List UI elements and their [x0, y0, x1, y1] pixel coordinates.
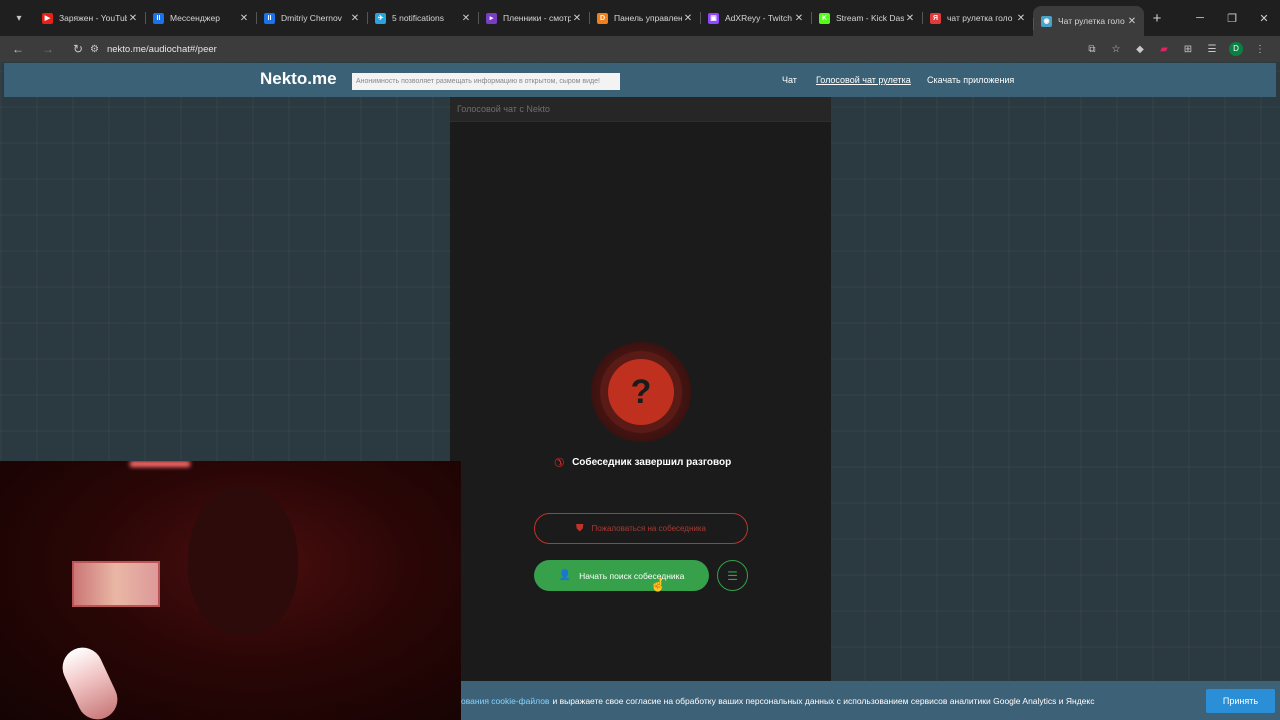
minimize-icon[interactable]: ─ [1184, 0, 1216, 36]
tab-search-icon[interactable]: ▾ [6, 5, 32, 31]
nav-download-apps-link[interactable]: Скачать приложения [927, 75, 1014, 85]
tab-close-icon[interactable]: ✕ [238, 13, 250, 24]
site-info-icon[interactable]: ⚙ [90, 44, 99, 55]
cookie-consent-bar: ования cookie-файлов и выражаете свое со… [461, 681, 1280, 720]
reading-list-icon[interactable]: ☰ [1200, 44, 1224, 55]
tab-close-icon[interactable]: ✕ [460, 13, 472, 24]
back-icon[interactable]: ← [6, 37, 30, 61]
tab-close-icon[interactable]: ✕ [349, 13, 361, 24]
conversation-ended-status: ✆ Собеседник завершил разговор [550, 453, 754, 471]
mouse-cursor-icon: ☝ [650, 577, 667, 592]
tab-title: Заряжен - YouTube [59, 13, 127, 23]
bookmark-star-icon[interactable]: ☆ [1104, 44, 1128, 55]
panel-title: Голосовой чат с Nekto [450, 97, 831, 122]
streamer-silhouette [188, 485, 298, 635]
browser-tab[interactable]: ✈ 5 notifications ✕ [367, 0, 478, 36]
conversation-ended-text: Собеседник завершил разговор [572, 456, 732, 468]
light-strip [130, 461, 190, 467]
tab-close-icon[interactable]: ✕ [1015, 13, 1027, 24]
window-controls: ─ ❐ ✕ [1184, 0, 1280, 36]
tab-title: Stream - Kick Dash [836, 13, 904, 23]
tab-favicon-icon: Я [930, 12, 941, 24]
extensions-puzzle-icon[interactable]: ⊞ [1176, 44, 1200, 55]
extension-icon[interactable]: ◆ [1128, 44, 1152, 55]
browser-tab[interactable]: ◉ Чат рулетка голо ✕ [1033, 6, 1144, 36]
user-search-icon: 👤 [558, 570, 572, 581]
profile-avatar[interactable]: D [1229, 42, 1243, 56]
tab-close-icon[interactable]: ✕ [1126, 16, 1138, 27]
site-logo[interactable]: Nekto.me [260, 69, 337, 89]
anonymity-notice: Анонимность позволяет размещать информац… [352, 73, 620, 90]
tab-favicon-icon: ▸ [486, 12, 497, 24]
tab-title: чат рулетка голо [947, 13, 1013, 23]
forward-icon[interactable]: → [36, 37, 60, 61]
status-glyph: ? [608, 359, 674, 425]
report-partner-button[interactable]: ⛊ Пожаловаться на собеседника [534, 513, 748, 544]
browser-tab-bar: ▾ ▶ Заряжен - YouTube ✕ II Мессенджер ✕ II Dmit… [0, 0, 1280, 36]
tab-close-icon[interactable]: ✕ [682, 13, 694, 24]
browser-tab[interactable]: Ячат рулетка голо ✕ [922, 0, 1033, 36]
tab-title: AdXReyy - Twitch [725, 13, 792, 23]
browser-menu-icon[interactable]: ⋮ [1248, 44, 1272, 55]
question-mark-icon: ? [591, 342, 691, 442]
tab-favicon-icon: D [597, 12, 608, 24]
shield-alert-icon: ⛊ [576, 523, 584, 534]
start-search-button[interactable]: 👤 Начать поиск собеседника [534, 560, 709, 591]
tab-title: Панель управлени [614, 13, 682, 23]
tab-close-icon[interactable]: ✕ [793, 13, 805, 24]
tab-favicon-icon: II [153, 12, 164, 24]
browser-tab[interactable]: ▸ Пленники - смотр ✕ [478, 0, 589, 36]
url-text: nekto.me/audiochat#/peer [106, 43, 217, 55]
browser-tab[interactable]: II Мессенджер ✕ [145, 0, 256, 36]
microphone-image [56, 641, 124, 720]
anime-poster-image [72, 561, 160, 607]
search-settings-button[interactable]: ☰ [717, 560, 748, 591]
tab-title: Чат рулетка голо [1058, 16, 1125, 26]
tab-title: Пленники - смотр [503, 13, 571, 23]
adblock-icon[interactable]: ▰ [1152, 44, 1176, 55]
webcam-overlay [0, 461, 461, 720]
browser-tab[interactable]: ▣ AdXReyy - Twitch ✕ [700, 0, 811, 36]
start-search-label: Начать поиск собеседника [579, 570, 685, 581]
tab-title: Мессенджер [170, 13, 220, 23]
tab-favicon-icon: ▶ [42, 12, 53, 24]
voice-chat-panel: Голосовой чат с Nekto ? ✆ Собеседник зав… [450, 97, 831, 720]
tab-favicon-icon: ✈ [375, 12, 386, 24]
cookie-policy-link[interactable]: ования cookie-файлов [461, 696, 549, 706]
url-field[interactable]: ⚙ nekto.me/audiochat#/peer [86, 38, 1126, 60]
new-tab-icon[interactable]: + [1144, 10, 1170, 27]
hangup-phone-icon: ✆ [550, 453, 568, 471]
tab-title: Dmitriy Chernov [281, 13, 342, 23]
tab-favicon-icon: K [819, 12, 830, 24]
browser-tab[interactable]: D Панель управлени ✕ [589, 0, 700, 36]
install-app-icon[interactable]: ⧉ [1080, 44, 1104, 55]
tab-close-icon[interactable]: ✕ [127, 13, 139, 24]
report-partner-label: Пожаловаться на собеседника [591, 524, 706, 533]
site-header: Nekto.me Анонимность позволяет размещать… [4, 63, 1276, 97]
browser-tab[interactable]: ▶ Заряжен - YouTube ✕ [34, 0, 145, 36]
tab-favicon-icon: ◉ [1041, 15, 1052, 27]
cookie-consent-text: и выражаете свое согласие на обработку в… [552, 695, 1095, 706]
tab-title: 5 notifications [392, 13, 444, 23]
tab-close-icon[interactable]: ✕ [571, 13, 583, 24]
nav-voice-roulette-link[interactable]: Голосовой чат рулетка [816, 75, 911, 85]
browser-tab[interactable]: K Stream - Kick Dash ✕ [811, 0, 922, 36]
close-window-icon[interactable]: ✕ [1248, 0, 1280, 36]
browser-tab[interactable]: II Dmitriy Chernov ✕ [256, 0, 367, 36]
tab-favicon-icon: ▣ [708, 12, 719, 24]
tab-favicon-icon: II [264, 12, 275, 24]
tab-strip: ▶ Заряжен - YouTube ✕ II Мессенджер ✕ II Dmitri… [34, 0, 1144, 36]
toolbar-icons: ⧉ ☆ ◆ ▰ ⊞ ☰ D ⋮ [1080, 36, 1272, 62]
nav-chat-link[interactable]: Чат [782, 75, 797, 85]
restore-icon[interactable]: ❐ [1216, 0, 1248, 36]
sliders-icon: ☰ [727, 568, 738, 583]
cookie-accept-button[interactable]: Принять [1206, 689, 1275, 713]
tab-close-icon[interactable]: ✕ [904, 13, 916, 24]
